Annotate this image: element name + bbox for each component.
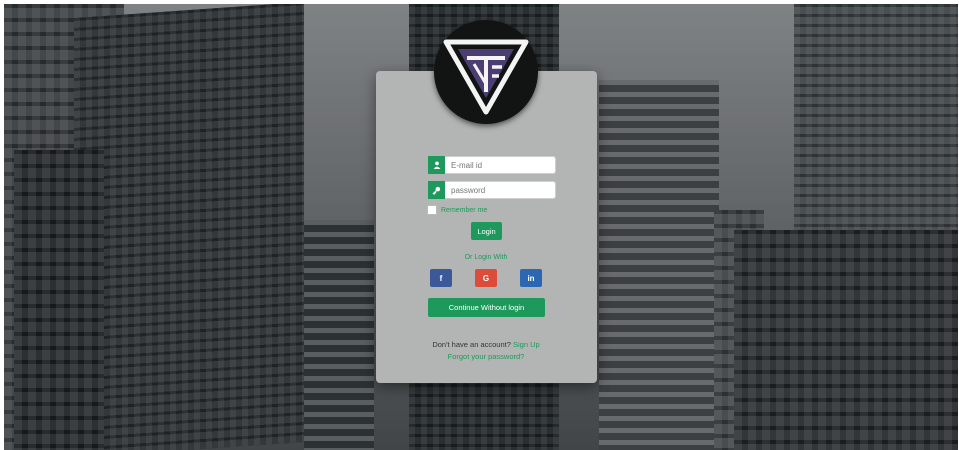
- remember-me-checkbox[interactable]: [427, 205, 437, 215]
- continue-without-login-button[interactable]: Continue Without login: [428, 298, 545, 317]
- email-field-group: [428, 156, 556, 174]
- remember-me-label: Remember me: [441, 206, 488, 214]
- facebook-icon: f: [439, 273, 443, 283]
- linkedin-login-button[interactable]: in: [520, 269, 542, 287]
- signup-link[interactable]: Sign Up: [513, 340, 540, 349]
- email-input[interactable]: [445, 156, 556, 174]
- remember-me[interactable]: Remember me: [427, 205, 487, 215]
- facebook-login-button[interactable]: f: [430, 269, 452, 287]
- password-field-group: [428, 181, 556, 199]
- or-login-with-label: Or Login With: [464, 254, 508, 261]
- signup-row: Don't have an account? Sign Up: [400, 340, 572, 349]
- password-input[interactable]: [445, 181, 556, 199]
- key-icon: [428, 181, 445, 199]
- google-login-button[interactable]: G: [475, 269, 497, 287]
- brand-logo-icon: [443, 39, 529, 115]
- google-icon: G: [482, 273, 490, 283]
- forgot-password-link[interactable]: Forgot your password?: [400, 352, 572, 361]
- account-prompt: Don't have an account?: [432, 340, 511, 349]
- login-button[interactable]: Login: [471, 222, 502, 240]
- user-icon: [428, 156, 445, 174]
- linkedin-icon: in: [527, 273, 535, 283]
- brand-logo: [434, 20, 538, 124]
